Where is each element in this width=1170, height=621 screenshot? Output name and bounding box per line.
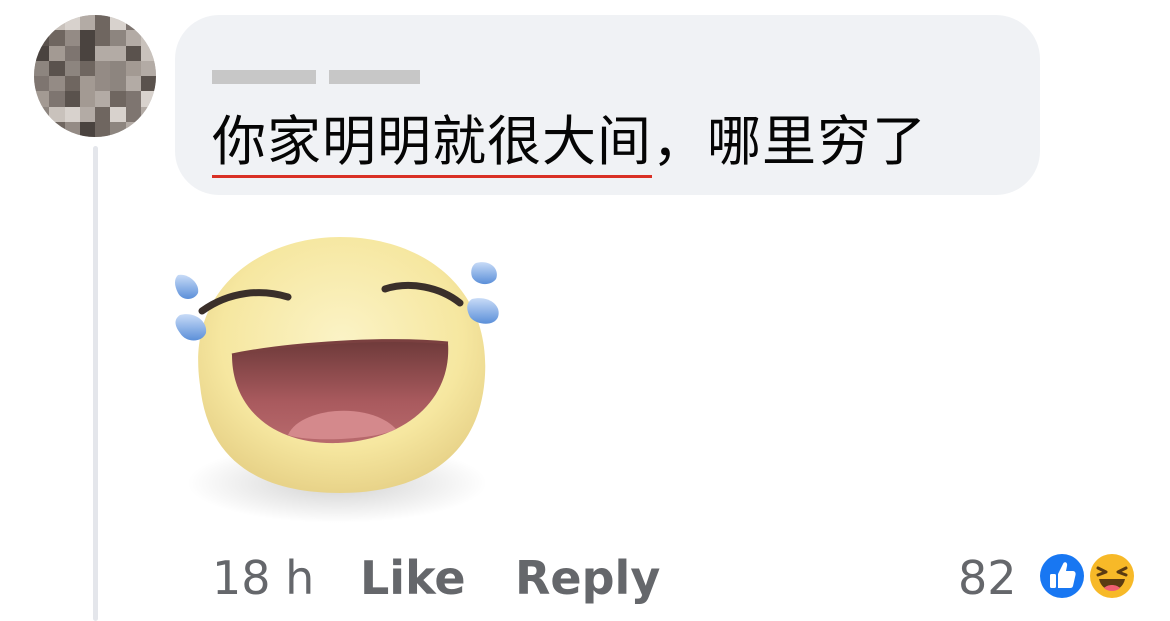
comment-text: 你家明明就很大间，哪里穷了: [212, 106, 927, 178]
reply-button[interactable]: Reply: [515, 550, 660, 606]
comment-text-rest: ，哪里穷了: [652, 110, 927, 173]
avatar-image: [34, 15, 156, 137]
comment-text-underlined: 你家明明就很大间: [212, 110, 652, 178]
haha-icon: [1087, 551, 1137, 601]
like-icon: [1037, 551, 1087, 601]
reaction-icons[interactable]: [1036, 550, 1140, 602]
author-name-blurred: [212, 54, 420, 84]
timestamp[interactable]: 18 h: [212, 550, 314, 606]
thread-line: [93, 146, 98, 621]
reaction-count[interactable]: 82: [958, 550, 1017, 606]
author-name[interactable]: [212, 50, 420, 88]
like-button[interactable]: Like: [360, 550, 466, 606]
laughing-tears-emoji-icon: [175, 237, 499, 523]
avatar[interactable]: [34, 15, 156, 137]
